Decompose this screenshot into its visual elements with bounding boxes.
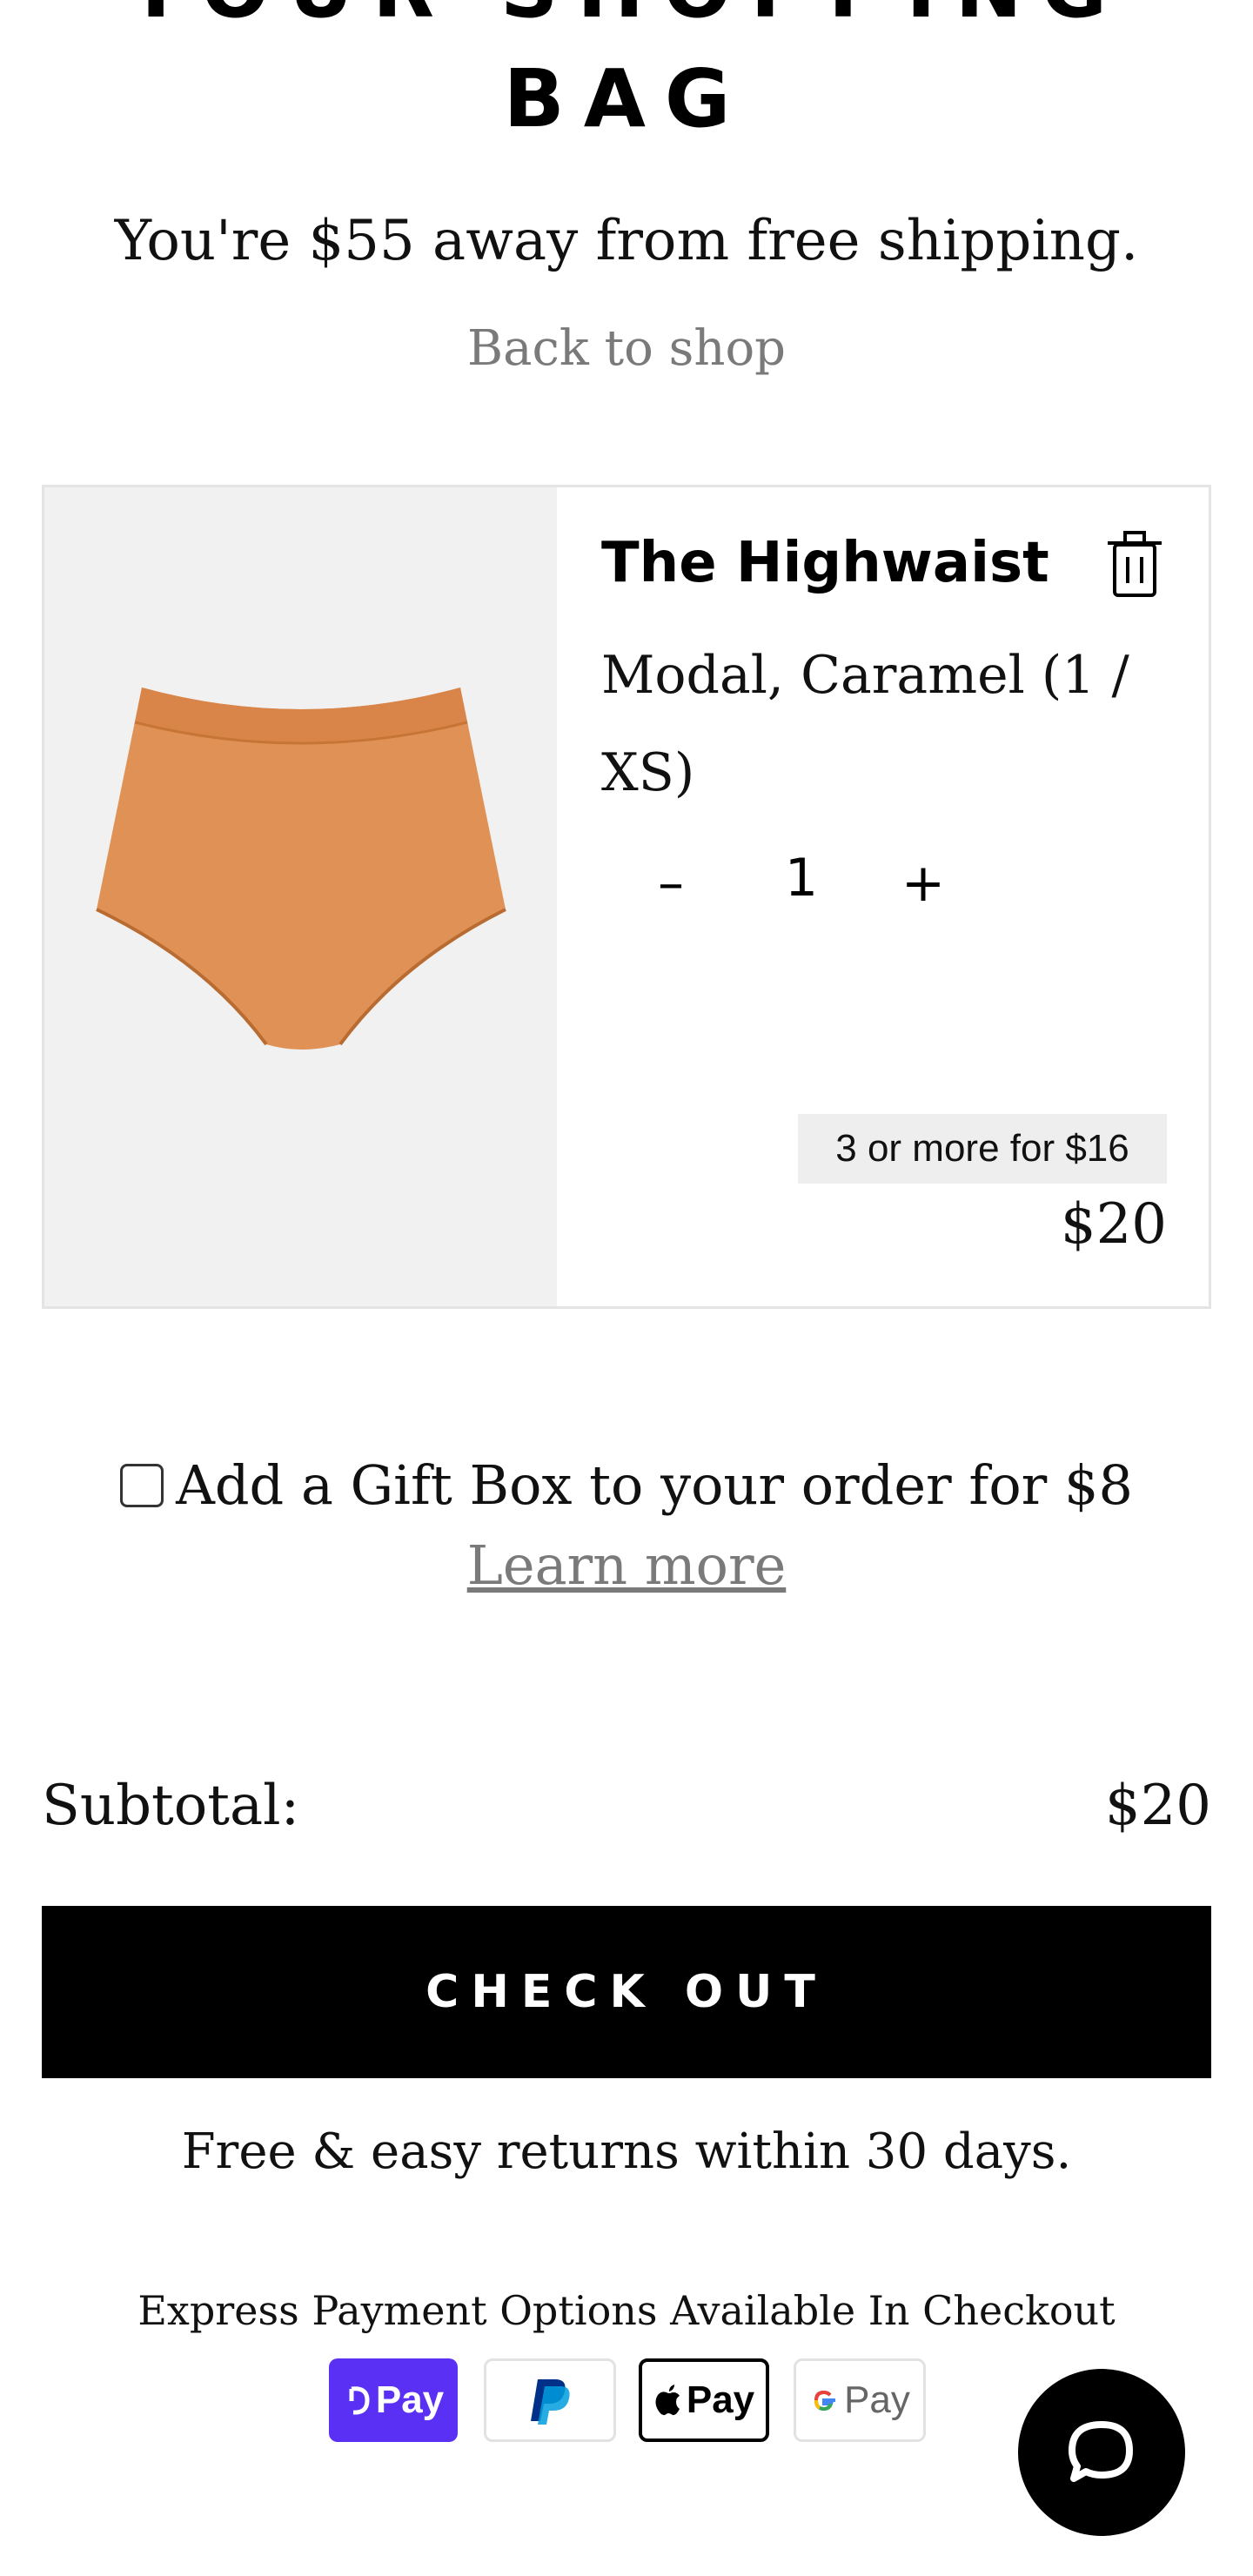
google-pay-label: Pay (844, 2378, 910, 2421)
promo-badge: 3 or more for $16 (798, 1114, 1167, 1184)
page-title-line-2: BAG (503, 52, 750, 145)
apple-pay-badge: Pay (639, 2358, 769, 2442)
subtotal-label: Subtotal: (42, 1774, 300, 1838)
back-to-shop-link[interactable]: Back to shop (0, 320, 1253, 377)
paypal-icon (531, 2379, 570, 2425)
paypal-badge (484, 2358, 616, 2442)
quantity-stepper: – 1 + (645, 848, 993, 940)
decrease-quantity-button[interactable]: – (645, 853, 697, 914)
checkout-button[interactable]: CHECK OUT (42, 1906, 1211, 2078)
gift-box-checkbox[interactable] (120, 1464, 164, 1507)
express-payment-heading: Express Payment Options Available In Che… (137, 2287, 1116, 2334)
chat-button[interactable] (1018, 2369, 1185, 2536)
google-pay-badge: Pay (794, 2358, 926, 2442)
item-price: $20 (1060, 1192, 1167, 1257)
highwaist-brief-illustration (96, 688, 506, 1050)
apple-pay-label: Pay (686, 2378, 755, 2421)
learn-more-link[interactable]: Learn more (0, 1533, 1253, 1597)
subtotal-value: $20 (1104, 1774, 1211, 1838)
product-name[interactable]: The Highwaist (601, 531, 1049, 595)
free-shipping-message: You're $55 away from free shipping. (114, 209, 1139, 273)
gift-box-label[interactable]: Add a Gift Box to your order for $8 (176, 1453, 1133, 1517)
quantity-value: 1 (784, 848, 819, 909)
page-title-line-1: YOUR SHOPPING (0, 0, 1253, 42)
increase-quantity-button[interactable]: + (897, 853, 949, 914)
gift-box-option: Add a Gift Box to your order for $8 (0, 1453, 1253, 1517)
shop-pay-label: Pay (375, 2378, 445, 2421)
trash-icon[interactable] (1096, 522, 1174, 600)
returns-message: Free & easy returns within 30 days. (181, 2123, 1072, 2180)
cart-item-card: The Highwaist Modal, Caramel (1 / XS) – … (42, 485, 1211, 1309)
product-image[interactable] (44, 487, 557, 1306)
product-variant: Modal, Caramel (1 / XS) (601, 645, 1129, 803)
apple-icon (655, 2385, 680, 2416)
shop-pay-icon (349, 2386, 370, 2415)
google-icon (814, 2390, 836, 2412)
shop-pay-badge: Pay (329, 2358, 458, 2442)
chat-bubble-icon (1069, 2421, 1133, 2482)
